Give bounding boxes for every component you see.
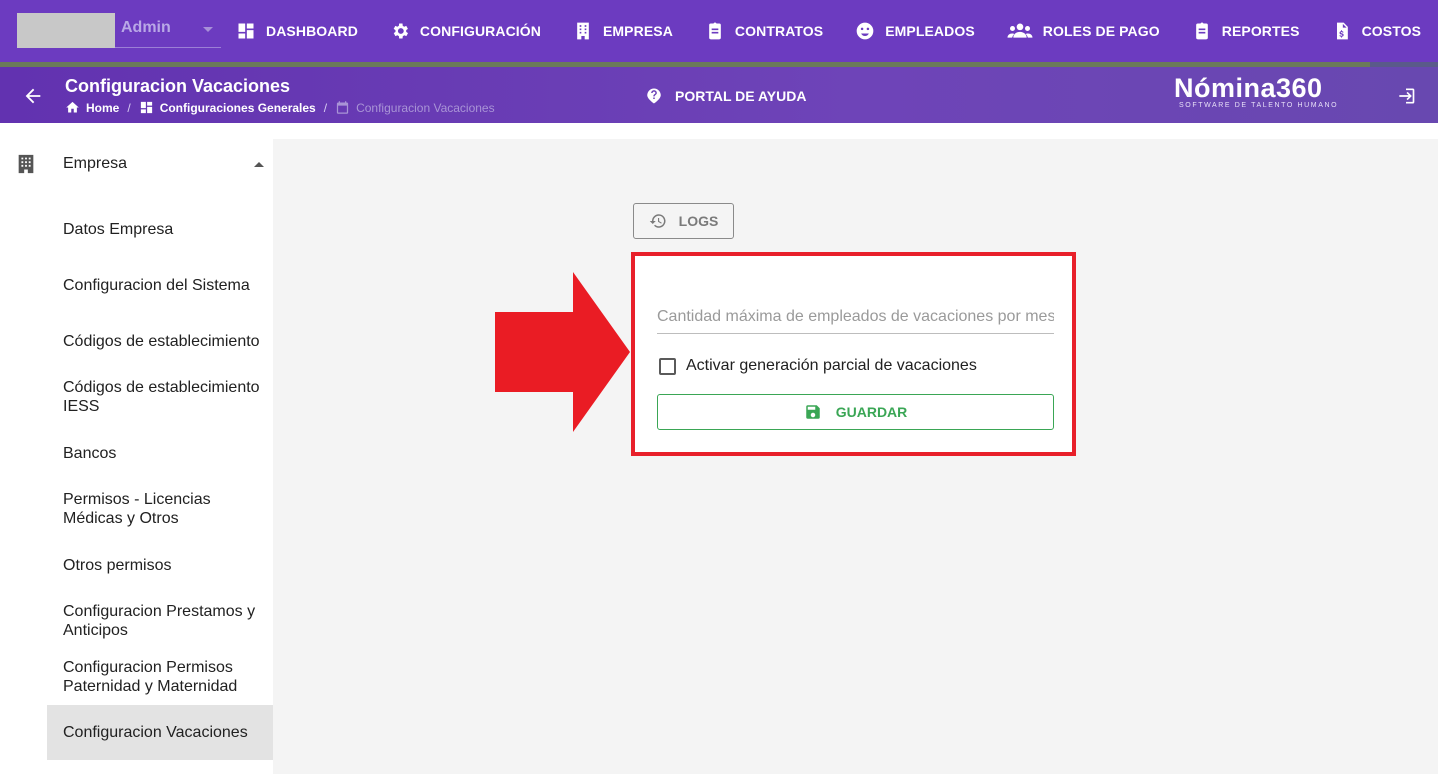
breadcrumb-configuraciones-generales[interactable]: Configuraciones Generales: [139, 100, 316, 115]
partial-generation-checkbox-row[interactable]: Activar generación parcial de vacaciones: [659, 357, 977, 375]
nav-item-costos[interactable]: COSTOS: [1332, 0, 1421, 62]
breadcrumb-home[interactable]: Home: [65, 100, 119, 115]
nav-item-label: CONTRATOS: [734, 23, 824, 39]
nav-item-label: CONFIGURACIÓN: [419, 23, 541, 39]
save-button[interactable]: GUARDAR: [657, 394, 1054, 430]
sidebar-item-otros-permisos[interactable]: Otros permisos: [47, 552, 273, 578]
help-icon: [647, 88, 661, 104]
breadcrumb-separator: /: [127, 100, 131, 115]
help-portal-link[interactable]: PORTAL DE AYUDA: [645, 87, 806, 105]
building-icon: [15, 152, 37, 176]
nav-item-roles-de-pago[interactable]: ROLES DE PAGO: [1007, 0, 1160, 62]
dashboard-icon: [140, 101, 152, 114]
nav-item-label: EMPLEADOS: [885, 23, 975, 39]
sidebar-section-label: Empresa: [63, 155, 128, 172]
sidebar: Empresa Datos Empresa Configuracion del …: [0, 123, 273, 774]
calendar-icon: [336, 101, 349, 114]
sidebar-item-permisos-paternidad[interactable]: Configuracion Permisos Paternidad y Mate…: [47, 657, 273, 697]
sidebar-item-codigos-establecimiento-iess[interactable]: Códigos de establecimiento IESS: [47, 377, 273, 417]
clipboard-icon: [705, 21, 725, 41]
partial-generation-checkbox[interactable]: [659, 357, 676, 375]
clipboard-icon: [1192, 21, 1212, 41]
face-icon: [855, 21, 875, 41]
save-button-label: GUARDAR: [835, 404, 908, 420]
avatar: [17, 13, 115, 48]
gear-icon: [390, 21, 410, 41]
brand-logo: Nómina360 SOFTWARE DE TALENTO HUMANO: [1174, 73, 1354, 117]
sidebar-section-empresa[interactable]: Empresa: [0, 139, 273, 189]
dashboard-icon: [236, 21, 256, 41]
save-icon: [805, 405, 820, 419]
partial-generation-label: Activar generación parcial de vacaciones: [686, 357, 977, 374]
invoice-icon: [1332, 21, 1352, 41]
logs-button[interactable]: LOGS: [633, 203, 734, 239]
building-icon: [573, 21, 593, 41]
arrow-back-icon[interactable]: [22, 85, 44, 107]
sidebar-item-configuracion-sistema[interactable]: Configuracion del Sistema: [47, 272, 273, 298]
history-icon: [649, 214, 666, 228]
help-portal-label: PORTAL DE AYUDA: [675, 88, 807, 104]
nav-item-dashboard[interactable]: DASHBOARD: [236, 0, 358, 62]
brand-name: Nómina360: [1174, 73, 1323, 103]
breadcrumb-label: Configuracion Vacaciones: [356, 100, 495, 115]
logs-button-label: LOGS: [678, 213, 719, 229]
logout-icon[interactable]: [1396, 86, 1416, 106]
brand-tagline: SOFTWARE DE TALENTO HUMANO: [1179, 102, 1339, 109]
user-name: Admin: [121, 19, 171, 36]
user-menu[interactable]: Admin: [17, 13, 221, 48]
home-icon: [66, 101, 79, 113]
main-content: [273, 139, 1438, 774]
page-header: Configuracion Vacaciones Home / Configur…: [0, 67, 1438, 123]
chevron-up-icon: [254, 162, 264, 167]
users-icon: [1007, 21, 1033, 41]
main-nav: DASHBOARD CONFIGURACIÓN EMPRESA CONTRATO…: [236, 0, 1438, 62]
sidebar-item-datos-empresa[interactable]: Datos Empresa: [47, 216, 273, 242]
nav-item-label: EMPRESA: [602, 23, 673, 39]
nav-item-label: COSTOS: [1361, 23, 1422, 39]
red-arrow-annotation: [495, 272, 630, 432]
sidebar-item-configuracion-vacaciones[interactable]: Configuracion Vacaciones: [47, 705, 273, 760]
nav-item-reportes[interactable]: REPORTES: [1192, 0, 1300, 62]
breadcrumb-current: Configuracion Vacaciones: [335, 100, 495, 115]
breadcrumb: Home / Configuraciones Generales / Confi…: [65, 100, 495, 115]
sidebar-item-codigos-establecimiento[interactable]: Códigos de establecimiento: [47, 328, 273, 354]
nav-item-label: ROLES DE PAGO: [1042, 23, 1160, 39]
nav-item-contratos[interactable]: CONTRATOS: [705, 0, 823, 62]
page-title: Configuracion Vacaciones: [65, 76, 291, 96]
top-navbar: Admin DASHBOARD CONFIGURACIÓN EMPRESA CO…: [0, 0, 1438, 62]
chevron-down-icon[interactable]: [203, 27, 213, 32]
sidebar-item-prestamos-anticipos[interactable]: Configuracion Prestamos y Anticipos: [47, 601, 273, 641]
breadcrumb-label: Configuraciones Generales: [159, 100, 316, 115]
sidebar-item-permisos-licencias[interactable]: Permisos - Licencias Médicas y Otros: [47, 489, 273, 529]
breadcrumb-label: Home: [86, 100, 120, 115]
sidebar-item-bancos[interactable]: Bancos: [47, 440, 273, 466]
nav-item-empresa[interactable]: EMPRESA: [573, 0, 673, 62]
nav-item-label: DASHBOARD: [266, 23, 358, 39]
nav-item-configuracion[interactable]: CONFIGURACIÓN: [390, 0, 541, 62]
breadcrumb-separator: /: [323, 100, 328, 115]
nav-item-empleados[interactable]: EMPLEADOS: [855, 0, 975, 62]
nav-item-label: REPORTES: [1221, 23, 1300, 39]
max-employees-input[interactable]: [657, 300, 1054, 334]
